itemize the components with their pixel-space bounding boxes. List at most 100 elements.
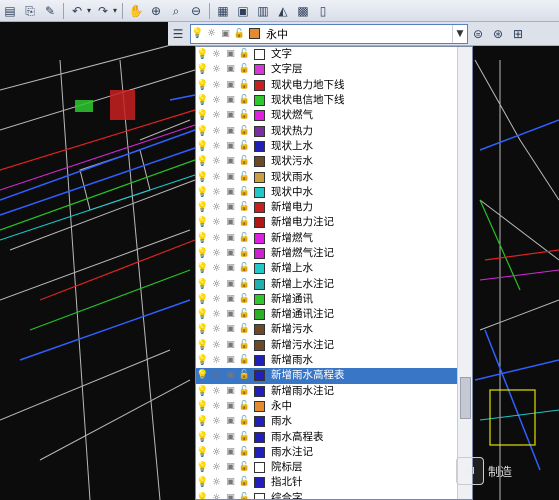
- on-bulb-icon[interactable]: 💡: [196, 109, 209, 122]
- layer-item[interactable]: 💡 ☼ ▣ 🔓 新增雨水: [196, 353, 472, 368]
- on-bulb-icon[interactable]: 💡: [196, 140, 209, 153]
- layer-item[interactable]: 💡 ☼ ▣ 🔓 新增通讯注记: [196, 307, 472, 322]
- thaw-sun-icon[interactable]: ☼: [210, 400, 223, 413]
- zoom-realtime-icon[interactable]: ⊕: [147, 2, 165, 20]
- markup-icon[interactable]: ◭: [274, 2, 292, 20]
- on-bulb-icon[interactable]: 💡: [196, 369, 209, 382]
- layer-item[interactable]: 💡 ☼ ▣ 🔓 现状热力: [196, 123, 472, 138]
- viewport-freeze-icon[interactable]: ▣: [224, 186, 237, 199]
- on-bulb-icon[interactable]: 💡: [196, 354, 209, 367]
- unlock-icon[interactable]: 🔓: [238, 278, 251, 291]
- layer-item[interactable]: 💡 ☼ ▣ 🔓 永中: [196, 399, 472, 414]
- on-bulb-icon[interactable]: 💡: [196, 216, 209, 229]
- viewport-freeze-icon[interactable]: ▣: [224, 63, 237, 76]
- calculator-icon[interactable]: ▩: [294, 2, 312, 20]
- viewport-freeze-icon[interactable]: ▣: [224, 476, 237, 489]
- unlock-icon[interactable]: 🔓: [238, 354, 251, 367]
- layer-item[interactable]: 💡 ☼ ▣ 🔓 雨水注记: [196, 445, 472, 460]
- viewport-freeze-icon[interactable]: ▣: [224, 171, 237, 184]
- on-bulb-icon[interactable]: 💡: [196, 201, 209, 214]
- thaw-sun-icon[interactable]: ☼: [210, 262, 223, 275]
- layer-item[interactable]: 💡 ☼ ▣ 🔓 新增上水注记: [196, 276, 472, 291]
- layer-item[interactable]: 💡 ☼ ▣ 🔓 新增污水: [196, 322, 472, 337]
- properties-icon[interactable]: ▦: [214, 2, 232, 20]
- unlock-icon[interactable]: 🔓: [238, 400, 251, 413]
- on-bulb-icon[interactable]: 💡: [196, 232, 209, 245]
- viewport-freeze-icon[interactable]: ▣: [224, 232, 237, 245]
- viewport-freeze-icon[interactable]: ▣: [224, 109, 237, 122]
- on-bulb-icon[interactable]: 💡: [196, 48, 209, 61]
- layer-item[interactable]: 💡 ☼ ▣ 🔓 新增上水: [196, 261, 472, 276]
- thaw-sun-icon[interactable]: ☼: [210, 476, 223, 489]
- thaw-sun-icon[interactable]: ☼: [210, 48, 223, 61]
- layer-item[interactable]: 💡 ☼ ▣ 🔓 现状电力地下线: [196, 78, 472, 93]
- on-bulb-icon[interactable]: 💡: [196, 171, 209, 184]
- thaw-sun-icon[interactable]: ☼: [210, 94, 223, 107]
- viewport-freeze-icon[interactable]: ▣: [224, 48, 237, 61]
- unlock-icon[interactable]: 🔓: [238, 415, 251, 428]
- unlock-icon[interactable]: 🔓: [238, 79, 251, 92]
- layer-item[interactable]: 💡 ☼ ▣ 🔓 雨水: [196, 414, 472, 429]
- thaw-sun-icon[interactable]: ☼: [210, 431, 223, 444]
- thaw-sun-icon[interactable]: ☼: [210, 278, 223, 291]
- on-bulb-icon[interactable]: 💡: [196, 247, 209, 260]
- layer-item[interactable]: 💡 ☼ ▣ 🔓 现状雨水: [196, 169, 472, 184]
- layer-item[interactable]: 💡 ☼ ▣ 🔓 综合字: [196, 491, 472, 499]
- viewport-freeze-icon[interactable]: ▣: [224, 79, 237, 92]
- thaw-sun-icon[interactable]: ☼: [210, 308, 223, 321]
- on-bulb-icon[interactable]: 💡: [196, 155, 209, 168]
- viewport-freeze-icon[interactable]: ▣: [224, 446, 237, 459]
- thaw-sun-icon[interactable]: ☼: [210, 492, 223, 499]
- unlock-icon[interactable]: 🔓: [238, 262, 251, 275]
- layer-item[interactable]: 💡 ☼ ▣ 🔓 现状污水: [196, 154, 472, 169]
- unlock-icon[interactable]: 🔓: [238, 431, 251, 444]
- sheet-icon[interactable]: ▯: [314, 2, 332, 20]
- viewport-freeze-icon[interactable]: ▣: [224, 247, 237, 260]
- thaw-sun-icon[interactable]: ☼: [210, 125, 223, 138]
- layer-item[interactable]: 💡 ☼ ▣ 🔓 雨水高程表: [196, 429, 472, 444]
- paste-layer-icon[interactable]: ▤: [1, 2, 19, 20]
- unlock-icon[interactable]: 🔓: [238, 155, 251, 168]
- thaw-sun-icon[interactable]: ☼: [210, 79, 223, 92]
- list-scrollbar[interactable]: [457, 47, 472, 499]
- viewport-freeze-icon[interactable]: ▣: [224, 400, 237, 413]
- layer-item[interactable]: 💡 ☼ ▣ 🔓 新增雨水高程表: [196, 368, 458, 384]
- unlock-icon[interactable]: 🔓: [238, 216, 251, 229]
- on-bulb-icon[interactable]: 💡: [196, 278, 209, 291]
- thaw-sun-icon[interactable]: ☼: [210, 232, 223, 245]
- thaw-sun-icon[interactable]: ☼: [210, 216, 223, 229]
- layer-item[interactable]: 💡 ☼ ▣ 🔓 院标层: [196, 460, 472, 475]
- on-bulb-icon[interactable]: 💡: [196, 63, 209, 76]
- unlock-icon[interactable]: 🔓: [238, 369, 251, 382]
- unlock-icon[interactable]: 🔓: [238, 201, 251, 214]
- thaw-sun-icon[interactable]: ☼: [210, 293, 223, 306]
- unlock-icon[interactable]: 🔓: [238, 232, 251, 245]
- layer-item[interactable]: 💡 ☼ ▣ 🔓 文字层: [196, 62, 472, 77]
- on-bulb-icon[interactable]: 💡: [196, 492, 209, 499]
- layer-item[interactable]: 💡 ☼ ▣ 🔓 新增燃气注记: [196, 246, 472, 261]
- viewport-freeze-icon[interactable]: ▣: [224, 216, 237, 229]
- on-bulb-icon[interactable]: 💡: [196, 385, 209, 398]
- unlock-icon[interactable]: 🔓: [238, 339, 251, 352]
- zoom-previous-icon[interactable]: ⊖: [187, 2, 205, 20]
- on-bulb-icon[interactable]: 💡: [196, 262, 209, 275]
- unlock-icon[interactable]: 🔓: [238, 293, 251, 306]
- on-bulb-icon[interactable]: 💡: [196, 323, 209, 336]
- undo-dropdown-icon[interactable]: ▾: [87, 6, 91, 15]
- on-bulb-icon[interactable]: 💡: [196, 415, 209, 428]
- thaw-sun-icon[interactable]: ☼: [210, 339, 223, 352]
- on-bulb-icon[interactable]: 💡: [196, 339, 209, 352]
- layer-item[interactable]: 💡 ☼ ▣ 🔓 新增燃气: [196, 231, 472, 246]
- on-bulb-icon[interactable]: 💡: [196, 446, 209, 459]
- thaw-sun-icon[interactable]: ☼: [210, 461, 223, 474]
- viewport-freeze-icon[interactable]: ▣: [224, 308, 237, 321]
- layer-item[interactable]: 💡 ☼ ▣ 🔓 新增电力: [196, 200, 472, 215]
- zoom-window-icon[interactable]: ⌕: [167, 2, 185, 20]
- on-bulb-icon[interactable]: 💡: [196, 308, 209, 321]
- thaw-sun-icon[interactable]: ☼: [210, 63, 223, 76]
- chevron-down-icon[interactable]: ▼: [452, 24, 467, 43]
- pan-icon[interactable]: ✋: [127, 2, 145, 20]
- on-bulb-icon[interactable]: 💡: [196, 79, 209, 92]
- thaw-sun-icon[interactable]: ☼: [210, 247, 223, 260]
- thaw-sun-icon[interactable]: ☼: [210, 369, 223, 382]
